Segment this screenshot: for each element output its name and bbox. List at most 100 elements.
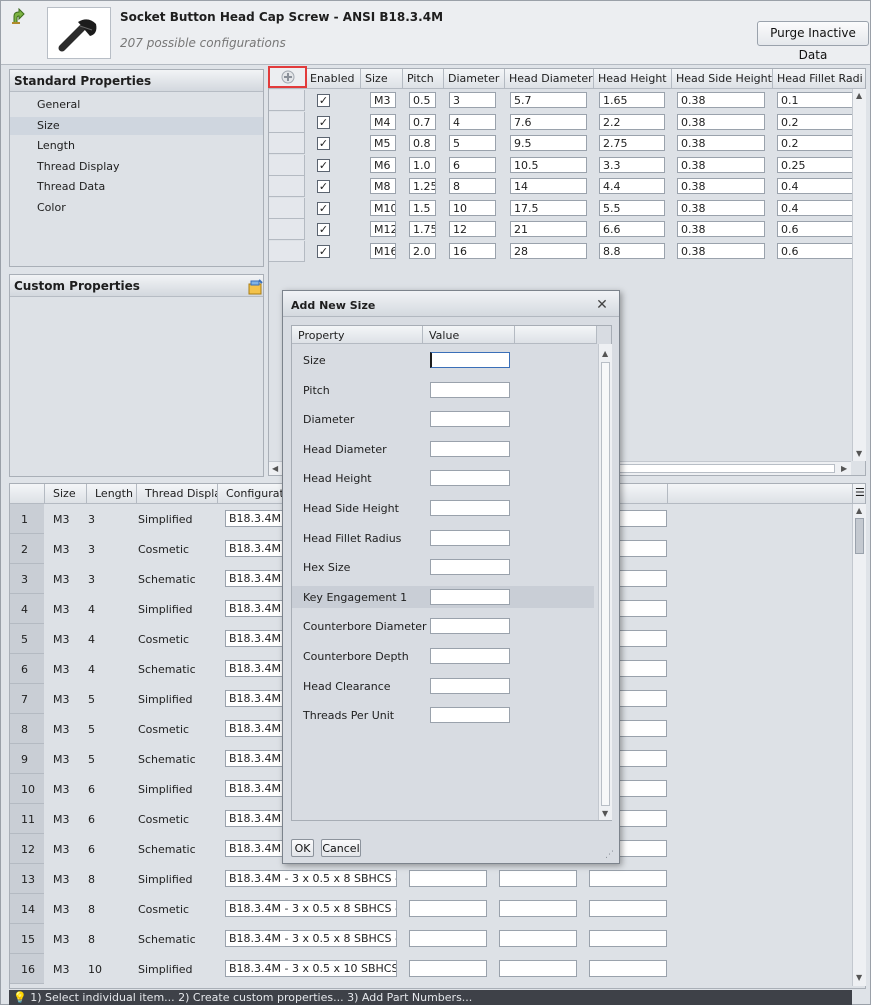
head-fillet-radius-cell[interactable]: 0.6	[777, 242, 855, 259]
enabled-checkbox[interactable]: ✓	[317, 94, 330, 107]
configuration-cell[interactable]: B18.3.4M - 3 x 0.5 x 10 SBHCS --N	[225, 960, 397, 977]
add-new-size-button[interactable]	[268, 66, 307, 88]
pitch-cell[interactable]: 2.0	[409, 242, 436, 259]
head-side-height-cell[interactable]: 0.38	[677, 199, 765, 216]
size-cell[interactable]: M3	[370, 92, 396, 108]
resize-grip-icon[interactable]: ⋰	[605, 851, 615, 861]
property-value-input[interactable]	[430, 352, 510, 368]
head-side-height-cell[interactable]: 0.38	[677, 135, 765, 151]
head-diameter-cell[interactable]: 9.5	[510, 135, 587, 151]
row-number[interactable]: 16	[10, 954, 44, 984]
row-number[interactable]: 3	[10, 564, 44, 594]
row-number[interactable]: 9	[10, 744, 44, 774]
row-number[interactable]: 12	[10, 834, 44, 864]
property-value-input[interactable]	[430, 381, 510, 398]
extra-cell-2[interactable]	[499, 900, 577, 917]
head-side-height-cell[interactable]: 0.38	[677, 113, 765, 130]
part-number-cell[interactable]	[589, 960, 667, 977]
extra-cell-2[interactable]	[499, 960, 577, 977]
property-value-input[interactable]	[430, 648, 510, 664]
row-header[interactable]	[269, 90, 305, 111]
property-value-input[interactable]	[430, 618, 510, 635]
nav-item-thread-data[interactable]: Thread Data	[10, 178, 263, 196]
head-diameter-cell[interactable]: 7.6	[510, 113, 587, 130]
column-header-pitch[interactable]: Pitch	[403, 69, 444, 89]
close-icon[interactable]: ✕	[595, 298, 609, 313]
size-table-vertical-scrollbar[interactable]: ▲ ▼	[852, 89, 866, 461]
head-diameter-cell[interactable]: 5.7	[510, 92, 587, 108]
column-header-size[interactable]: Size	[361, 69, 403, 89]
column-header-size[interactable]: Size	[45, 484, 87, 504]
column-chooser-icon[interactable]: ☰	[853, 484, 865, 504]
add-custom-property-icon[interactable]	[246, 279, 264, 295]
part-number-cell[interactable]	[589, 930, 667, 947]
head-height-cell[interactable]: 5.5	[599, 199, 665, 216]
head-diameter-cell[interactable]: 21	[510, 221, 587, 237]
size-cell[interactable]: M4	[370, 113, 396, 130]
dialog-vertical-scrollbar[interactable]: ▲ ▼	[598, 344, 612, 820]
pitch-cell[interactable]: 0.8	[409, 135, 436, 151]
column-header-head-diameter[interactable]: Head Diameter	[505, 69, 594, 89]
property-value-input[interactable]	[430, 707, 510, 724]
head-side-height-cell[interactable]: 0.38	[677, 242, 765, 259]
table-row[interactable]: 14 M3 8 Cosmetic B18.3.4M - 3 x 0.5 x 8 SBHC…	[10, 894, 853, 924]
head-diameter-cell[interactable]: 10.5	[510, 156, 587, 173]
row-number[interactable]: 8	[10, 714, 44, 744]
column-header-head-height[interactable]: Head Height	[594, 69, 672, 89]
property-value-input[interactable]	[430, 440, 510, 457]
nav-item-thread-display[interactable]: Thread Display	[10, 158, 263, 176]
row-number[interactable]: 6	[10, 654, 44, 684]
head-height-cell[interactable]: 6.6	[599, 221, 665, 237]
column-header-head-side-height[interactable]: Head Side Height	[672, 69, 773, 89]
diameter-cell[interactable]: 3	[449, 92, 496, 108]
diameter-cell[interactable]: 8	[449, 178, 496, 194]
scroll-left-icon[interactable]: ◀	[272, 465, 278, 473]
column-header-thread-display[interactable]: Thread Displa	[137, 484, 218, 504]
extra-cell-1[interactable]	[409, 870, 487, 887]
property-value-input[interactable]	[430, 529, 510, 546]
head-fillet-radius-cell[interactable]: 0.6	[777, 221, 855, 237]
pitch-cell[interactable]: 1.0	[409, 156, 436, 173]
head-fillet-radius-cell[interactable]: 0.2	[777, 113, 855, 130]
column-header-head-fillet-radius[interactable]: Head Fillet Radi	[773, 69, 865, 89]
scroll-up-icon[interactable]: ▲	[856, 92, 862, 100]
size-cell[interactable]: M16	[370, 242, 396, 259]
configuration-cell[interactable]: B18.3.4M - 3 x 0.5 x 8 SBHCS --N	[225, 870, 397, 887]
size-cell[interactable]: M6	[370, 156, 396, 173]
row-header[interactable]	[269, 154, 305, 176]
enabled-checkbox[interactable]: ✓	[317, 158, 330, 172]
head-side-height-cell[interactable]: 0.38	[677, 221, 765, 237]
diameter-cell[interactable]: 12	[449, 221, 496, 237]
nav-item-general[interactable]: General	[10, 96, 263, 114]
pitch-cell[interactable]: 0.7	[409, 113, 436, 130]
head-fillet-radius-cell[interactable]: 0.2	[777, 135, 855, 151]
dialog-scroll-thumb[interactable]	[601, 362, 610, 806]
pitch-cell[interactable]: 1.5	[409, 199, 436, 216]
head-height-cell[interactable]: 3.3	[599, 156, 665, 173]
table-row[interactable]: 15 M3 8 Schematic B18.3.4M - 3 x 0.5 x 8 SBH…	[10, 924, 853, 954]
row-number[interactable]: 14	[10, 894, 44, 924]
head-height-cell[interactable]: 2.75	[599, 135, 665, 151]
property-value-input[interactable]	[430, 470, 510, 487]
head-fillet-radius-cell[interactable]: 0.4	[777, 178, 855, 194]
size-cell[interactable]: M5	[370, 135, 396, 151]
row-number[interactable]: 1	[10, 504, 44, 534]
head-height-cell[interactable]: 1.65	[599, 92, 665, 108]
head-fillet-radius-cell[interactable]: 0.4	[777, 199, 855, 216]
size-cell[interactable]: M12	[370, 221, 396, 237]
property-value-input[interactable]	[430, 559, 510, 576]
scroll-up-icon[interactable]: ▲	[856, 507, 862, 515]
scroll-down-icon[interactable]: ▼	[602, 810, 608, 818]
part-number-cell[interactable]	[589, 900, 667, 917]
row-number[interactable]: 4	[10, 594, 44, 624]
pitch-cell[interactable]: 1.75	[409, 221, 436, 237]
configuration-cell[interactable]: B18.3.4M - 3 x 0.5 x 8 SBHCS --S	[225, 930, 397, 947]
head-height-cell[interactable]: 2.2	[599, 113, 665, 130]
property-value-input[interactable]	[430, 588, 510, 605]
extra-cell-2[interactable]	[499, 930, 577, 947]
head-side-height-cell[interactable]: 0.38	[677, 156, 765, 173]
part-number-cell[interactable]	[589, 870, 667, 887]
row-number[interactable]: 15	[10, 924, 44, 954]
scroll-right-icon[interactable]: ▶	[841, 465, 847, 473]
table-row[interactable]: 16 M3 10 Simplified B18.3.4M - 3 x 0.5 x 10 …	[10, 954, 853, 984]
